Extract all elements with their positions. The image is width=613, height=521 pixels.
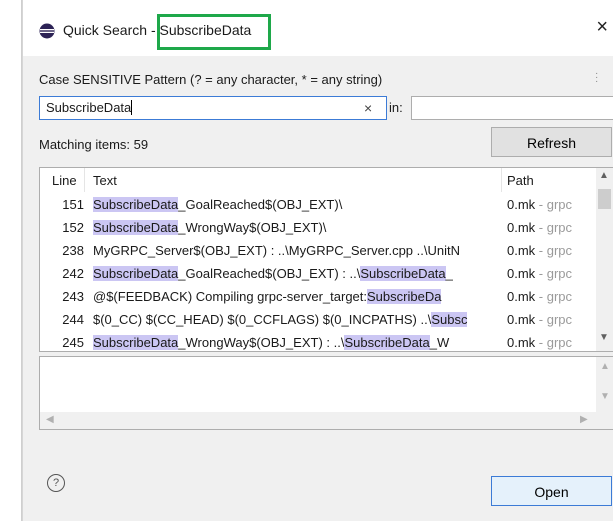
column-divider — [501, 168, 502, 192]
text-segment: _ — [445, 266, 453, 281]
row-path: 0.mk - grpc — [507, 312, 597, 327]
search-input-value: SubscribeData — [46, 100, 132, 115]
table-row[interactable]: 245 SubscribeData_WrongWay$(OBJ_EXT) : ..… — [40, 331, 597, 351]
scroll-down-icon[interactable]: ▼ — [600, 391, 610, 402]
title-separator: - — [150, 22, 156, 38]
table-row[interactable]: 151 SubscribeData_GoalReached$(OBJ_EXT)\ 0… — [40, 193, 596, 216]
row-text: SubscribeData_GoalReached$(OBJ_EXT)\ — [93, 197, 499, 212]
row-path: 0.mk - grpc — [507, 220, 597, 235]
column-header-path[interactable]: Path — [507, 173, 534, 188]
row-path-project: - grpc — [535, 312, 573, 327]
row-text: SubscribeData_GoalReached$(OBJ_EXT) : ..… — [93, 266, 499, 281]
in-scope-input[interactable] — [411, 96, 613, 120]
eclipse-logo-icon — [39, 23, 55, 39]
row-path: 0.mk - grpc — [507, 266, 597, 281]
column-divider — [84, 168, 85, 192]
close-icon[interactable]: × — [596, 16, 608, 39]
matching-items-count: Matching items: 59 — [39, 137, 149, 152]
text-segment: _WrongWay$(OBJ_EXT)\ — [178, 220, 327, 235]
text-segment: _W — [429, 335, 450, 350]
scrollbar-thumb[interactable] — [598, 189, 611, 209]
row-path: 0.mk - grpc — [507, 335, 597, 350]
row-path-file: 0.mk — [507, 289, 536, 304]
preview-vertical-scrollbar[interactable]: ▲ ▼ — [596, 357, 613, 429]
table-row[interactable]: 152 SubscribeData_WrongWay$(OBJ_EXT)\ 0.mk… — [40, 216, 596, 239]
match-highlight: SubscribeData — [344, 335, 430, 350]
match-highlight: SubscribeData — [360, 266, 446, 281]
title-highlight-box — [157, 14, 271, 50]
row-text: SubscribeData_WrongWay$(OBJ_EXT) : ..\Su… — [93, 335, 499, 350]
scroll-up-icon[interactable]: ▲ — [600, 361, 610, 372]
table-header: Line Text Path — [40, 168, 596, 192]
text-segment: _GoalReached$(OBJ_EXT) : ..\ — [178, 266, 361, 281]
help-icon[interactable]: ? — [47, 474, 65, 492]
match-highlight: SubscribeDa — [367, 289, 442, 304]
table-row[interactable]: 244 $(0_CC) $(CC_HEAD) $(0_CCFLAGS) $(0_I… — [40, 308, 596, 331]
row-path-project: - grpc — [535, 197, 573, 212]
match-highlight: Subsc — [431, 312, 468, 327]
text-segment: _GoalReached$(OBJ_EXT)\ — [178, 197, 343, 212]
preview-horizontal-scrollbar[interactable]: ◀ ▶ — [40, 412, 596, 429]
pattern-label: Case SENSITIVE Pattern (? = any characte… — [39, 72, 383, 87]
match-highlight: SubscribeData — [93, 266, 179, 281]
title-bar: Quick Search - SubscribeData × — [23, 0, 613, 56]
results-rows: 151 SubscribeData_GoalReached$(OBJ_EXT)\ 0… — [40, 193, 597, 351]
scroll-up-icon[interactable]: ▲ — [599, 170, 609, 181]
refresh-button[interactable]: Refresh — [491, 127, 612, 157]
match-highlight: SubscribeData — [93, 197, 179, 212]
row-path-file: 0.mk — [507, 197, 536, 212]
text-segment: $(0_CC) $(CC_HEAD) $(0_CCFLAGS) $(0_INCP… — [93, 312, 432, 327]
text-segment: MyGRPC_Server$(OBJ_EXT) : ..\MyGRPC_Serv… — [93, 243, 460, 258]
text-segment: _WrongWay$(OBJ_EXT) : ..\ — [178, 335, 345, 350]
vertical-dots-icon[interactable]: · · · — [595, 69, 599, 87]
clear-search-icon[interactable]: × — [364, 100, 372, 116]
row-text: MyGRPC_Server$(OBJ_EXT) : ..\MyGRPC_Serv… — [93, 243, 499, 258]
results-table: Line Text Path 151 SubscribeData_GoalReac… — [39, 167, 613, 352]
row-line-number: 243 — [62, 289, 84, 304]
row-path-project: - grpc — [535, 243, 573, 258]
scroll-left-icon[interactable]: ◀ — [46, 414, 54, 425]
row-line-number: 245 — [62, 335, 84, 350]
scroll-down-icon[interactable]: ▼ — [599, 332, 609, 343]
row-path: 0.mk - grpc — [507, 197, 597, 212]
row-path-file: 0.mk — [507, 243, 536, 258]
row-path-file: 0.mk — [507, 335, 536, 350]
row-path-file: 0.mk — [507, 220, 536, 235]
row-path-project: - grpc — [535, 335, 573, 350]
match-highlight: SubscribeData — [93, 220, 179, 235]
row-path-project: - grpc — [535, 289, 573, 304]
column-header-text[interactable]: Text — [93, 173, 117, 188]
row-text: SubscribeData_WrongWay$(OBJ_EXT)\ — [93, 220, 499, 235]
match-highlight: SubscribeData — [93, 335, 179, 350]
results-vertical-scrollbar[interactable]: ▲ ▼ — [596, 168, 613, 351]
text-segment: @$(FEEDBACK) Compiling grpc-server_targe… — [93, 289, 368, 304]
table-row[interactable]: 238 MyGRPC_Server$(OBJ_EXT) : ..\MyGRPC_S… — [40, 239, 596, 262]
row-path: 0.mk - grpc — [507, 243, 597, 258]
row-path-file: 0.mk — [507, 312, 536, 327]
row-line-number: 238 — [62, 243, 84, 258]
preview-pane: ▲ ▼ ◀ ▶ — [39, 356, 613, 430]
open-button[interactable]: Open — [491, 476, 612, 506]
row-path-project: - grpc — [535, 266, 573, 281]
scroll-right-icon[interactable]: ▶ — [580, 414, 588, 425]
row-path-project: - grpc — [535, 220, 573, 235]
row-path-file: 0.mk — [507, 266, 536, 281]
quick-search-dialog: Quick Search - SubscribeData × Case SENS… — [22, 0, 613, 521]
row-text: $(0_CC) $(CC_HEAD) $(0_CCFLAGS) $(0_INCP… — [93, 312, 499, 327]
row-line-number: 152 — [62, 220, 84, 235]
row-text: @$(FEEDBACK) Compiling grpc-server_targe… — [93, 289, 499, 304]
app-title: Quick Search — [63, 22, 148, 38]
search-input[interactable]: SubscribeData — [39, 96, 387, 120]
row-line-number: 244 — [62, 312, 84, 327]
row-line-number: 151 — [62, 197, 84, 212]
in-label: in: — [389, 100, 403, 115]
table-row[interactable]: 242 SubscribeData_GoalReached$(OBJ_EXT) :… — [40, 262, 596, 285]
row-path: 0.mk - grpc — [507, 289, 597, 304]
column-header-line[interactable]: Line — [52, 173, 77, 188]
row-line-number: 242 — [62, 266, 84, 281]
text-caret — [131, 100, 133, 115]
table-row[interactable]: 243 @$(FEEDBACK) Compiling grpc-server_ta… — [40, 285, 596, 308]
